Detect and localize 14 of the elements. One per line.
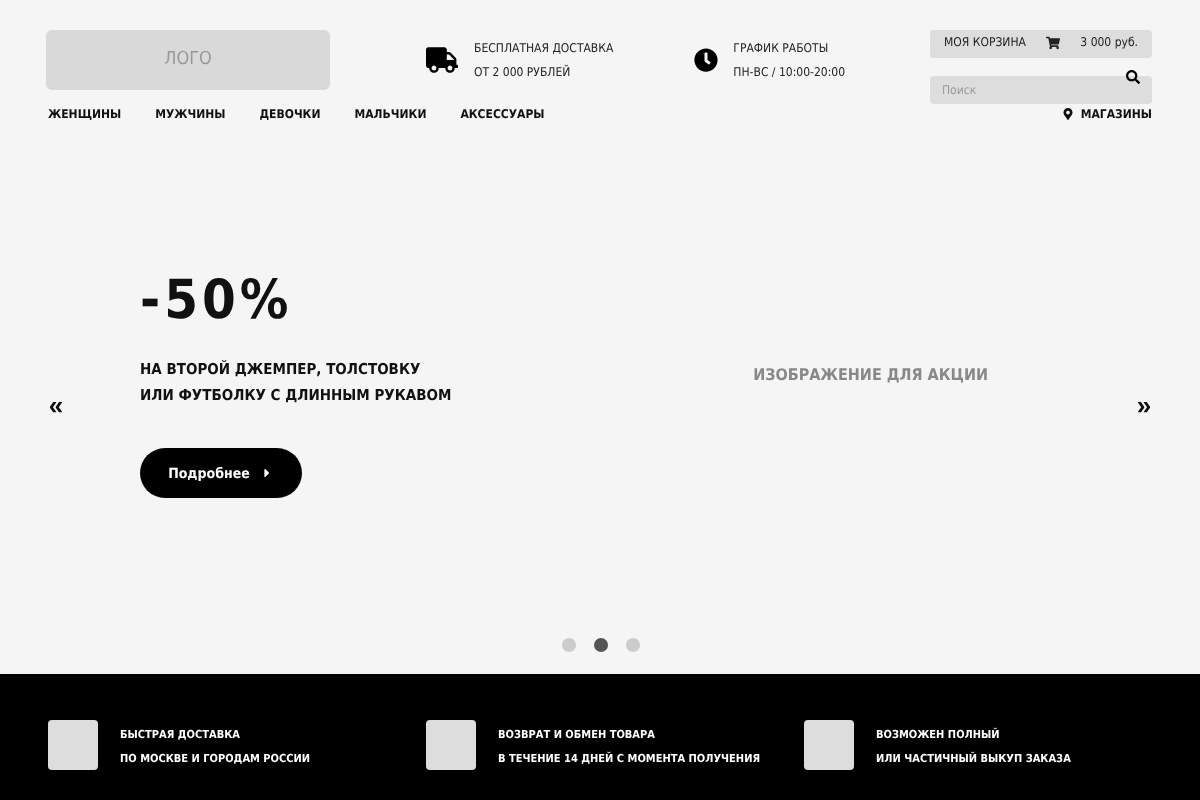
clock-icon: [693, 48, 718, 72]
feature-icon: [426, 720, 476, 770]
caret-icon: [259, 466, 274, 480]
image-placeholder-label: ИЗОБРАЖЕНИЕ ДЛЯ АКЦИИ: [753, 365, 988, 383]
slider-dot[interactable]: [594, 638, 608, 652]
truck-icon: [426, 44, 458, 76]
cart-icon: [1045, 36, 1060, 50]
slider-dot[interactable]: [626, 638, 640, 652]
slider-dot[interactable]: [562, 638, 576, 652]
discount-headline: -50%: [140, 270, 295, 332]
pin-icon: [1062, 108, 1075, 120]
feature-icon: [804, 720, 854, 770]
feature-icon: [48, 720, 98, 770]
search-icon[interactable]: [1126, 69, 1140, 83]
